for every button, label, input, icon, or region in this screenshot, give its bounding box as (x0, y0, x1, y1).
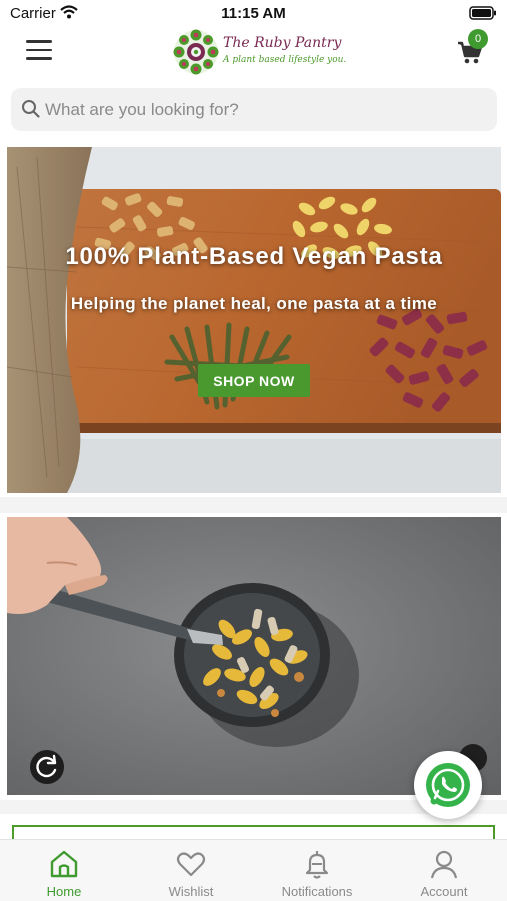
app-header: The Ruby Pantry A plant based lifestyle … (0, 28, 507, 80)
hero-subtitle: Helping the planet heal, one pasta at a … (70, 294, 438, 313)
clock: 11:15 AM (221, 5, 286, 22)
tab-home-label: Home (46, 884, 82, 899)
bottom-tab-bar: Home Wishlist Notifications Account (0, 839, 507, 901)
whatsapp-icon[interactable] (414, 751, 482, 819)
tab-notifications-label: Notifications (281, 884, 353, 899)
battery-icon (469, 6, 497, 25)
search-icon (21, 99, 40, 123)
hero-pasta-image (7, 147, 501, 493)
tab-notifications[interactable]: Notifications (262, 840, 372, 901)
hero-banner[interactable]: 100% Plant-Based Vegan Pasta Helping the… (7, 147, 501, 493)
home-icon (50, 850, 78, 878)
hero-title: 100% Plant-Based Vegan Pasta (65, 243, 443, 270)
bell-icon (305, 851, 329, 879)
logo-name: The Ruby Pantry (223, 35, 342, 51)
logo-tagline: A plant based lifestyle you. (223, 55, 347, 65)
tab-account[interactable]: Account (389, 840, 499, 901)
logo[interactable]: The Ruby Pantry A plant based lifestyle … (172, 28, 346, 78)
section-divider (0, 497, 507, 513)
tab-wishlist-label: Wishlist (168, 884, 214, 899)
status-bar: Carrier 11:15 AM (0, 0, 507, 28)
hamburger-icon[interactable] (26, 40, 52, 62)
search-bar[interactable] (11, 88, 497, 131)
search-input[interactable] (45, 88, 485, 131)
heart-icon (176, 852, 206, 877)
user-icon (430, 850, 458, 879)
shop-now-button[interactable]: SHOP NOW (198, 364, 310, 397)
tab-account-label: Account (420, 884, 468, 899)
tab-wishlist[interactable]: Wishlist (136, 840, 246, 901)
logo-mandala-icon (173, 29, 219, 75)
tab-home[interactable]: Home (9, 840, 119, 901)
cart-count-badge: 0 (468, 29, 488, 49)
replay-icon[interactable] (30, 750, 64, 784)
